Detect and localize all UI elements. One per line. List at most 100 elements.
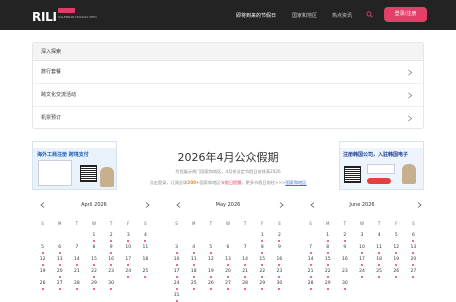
calendar-day[interactable]: 26 xyxy=(34,278,51,290)
calendar-day[interactable]: 12 xyxy=(388,242,405,254)
calendar-day[interactable]: 5 xyxy=(34,242,51,254)
calendar-day[interactable] xyxy=(219,230,236,242)
nav-upcoming-holidays[interactable]: 即将到来的节假日 xyxy=(236,12,276,19)
calendar-day[interactable]: 24 xyxy=(353,266,370,278)
calendar-day[interactable]: 20 xyxy=(405,254,422,266)
explore-item-cultural-exchange[interactable]: 跨文化交流活动 xyxy=(33,84,423,107)
calendar-day[interactable] xyxy=(353,278,370,290)
calendar-day[interactable]: 19 xyxy=(388,254,405,266)
calendar-day[interactable] xyxy=(120,278,137,290)
calendar-day[interactable]: 14 xyxy=(302,254,319,266)
calendar-day[interactable]: 28 xyxy=(237,278,254,290)
calendar-day[interactable]: 1 xyxy=(254,230,271,242)
calendar-day[interactable]: 26 xyxy=(202,278,219,290)
calendar-day[interactable]: 25 xyxy=(137,266,154,278)
calendar-day[interactable]: 18 xyxy=(185,266,202,278)
calendar-day[interactable]: 12 xyxy=(202,254,219,266)
calendar-day[interactable]: 10 xyxy=(353,242,370,254)
calendar-day[interactable]: 17 xyxy=(168,266,185,278)
calendar-day[interactable]: 22 xyxy=(85,266,102,278)
calendar-day[interactable]: 14 xyxy=(68,254,85,266)
calendar-day[interactable]: 28 xyxy=(68,278,85,290)
calendar-day[interactable]: 3 xyxy=(168,242,185,254)
calendar-day[interactable]: 10 xyxy=(120,242,137,254)
calendar-day[interactable]: 15 xyxy=(319,254,336,266)
calendar-day[interactable]: 16 xyxy=(271,254,288,266)
calendar-day[interactable]: 15 xyxy=(85,254,102,266)
calendar-day[interactable]: 30 xyxy=(271,278,288,290)
login-register-button[interactable]: 登录/注册 xyxy=(384,7,427,22)
calendar-day[interactable]: 4 xyxy=(371,230,388,242)
nav-hot-news[interactable]: 热点资讯 xyxy=(332,12,352,19)
calendar-day[interactable]: 3 xyxy=(120,230,137,242)
holiday-reminder-link[interactable]: 节假日提醒 xyxy=(220,180,241,185)
calendar-day[interactable]: 27 xyxy=(405,266,422,278)
calendar-day[interactable] xyxy=(237,290,254,302)
calendar-day[interactable]: 25 xyxy=(371,266,388,278)
calendar-day[interactable]: 21 xyxy=(302,266,319,278)
calendar-day[interactable]: 7 xyxy=(68,242,85,254)
nav-countries-regions[interactable]: 国家和地区 xyxy=(292,12,317,19)
calendar-day[interactable] xyxy=(388,278,405,290)
calendar-day[interactable]: 12 xyxy=(34,254,51,266)
prev-month-icon[interactable] xyxy=(40,202,45,208)
calendar-day[interactable]: 13 xyxy=(51,254,68,266)
calendar-day[interactable] xyxy=(302,230,319,242)
calendar-day[interactable]: 4 xyxy=(137,230,154,242)
calendar-day[interactable]: 20 xyxy=(219,266,236,278)
calendar-day[interactable]: 18 xyxy=(371,254,388,266)
calendar-day[interactable] xyxy=(371,278,388,290)
calendar-day[interactable]: 19 xyxy=(34,266,51,278)
calendar-day[interactable]: 24 xyxy=(168,278,185,290)
calendar-day[interactable]: 29 xyxy=(254,278,271,290)
calendar-day[interactable] xyxy=(68,230,85,242)
calendar-day[interactable]: 22 xyxy=(319,266,336,278)
calendar-day[interactable]: 9 xyxy=(103,242,120,254)
explore-item-travel-packages[interactable]: 旅行套餐 xyxy=(33,61,423,84)
calendar-day[interactable] xyxy=(254,290,271,302)
prev-month-icon[interactable] xyxy=(310,202,315,208)
calendar-day[interactable]: 24 xyxy=(120,266,137,278)
calendar-day[interactable] xyxy=(405,278,422,290)
calendar-day[interactable]: 16 xyxy=(103,254,120,266)
calendar-day[interactable]: 15 xyxy=(254,254,271,266)
calendar-day[interactable] xyxy=(185,230,202,242)
calendar-day[interactable]: 4 xyxy=(185,242,202,254)
calendar-day[interactable] xyxy=(185,290,202,302)
calendar-day[interactable]: 2 xyxy=(336,230,353,242)
calendar-day[interactable]: 13 xyxy=(405,242,422,254)
site-logo[interactable]: RILI xyxy=(32,10,57,24)
calendar-day[interactable]: 6 xyxy=(219,242,236,254)
next-month-icon[interactable] xyxy=(145,202,150,208)
calendar-day[interactable]: 8 xyxy=(319,242,336,254)
calendar-day[interactable] xyxy=(168,230,185,242)
calendar-day[interactable]: 30 xyxy=(103,278,120,290)
calendar-day[interactable]: 1 xyxy=(319,230,336,242)
calendar-day[interactable]: 29 xyxy=(319,278,336,290)
calendar-day[interactable]: 27 xyxy=(51,278,68,290)
calendar-day[interactable]: 11 xyxy=(137,242,154,254)
calendar-day[interactable]: 1 xyxy=(85,230,102,242)
calendar-day[interactable]: 17 xyxy=(353,254,370,266)
calendar-day[interactable]: 6 xyxy=(51,242,68,254)
calendar-day[interactable]: 31 xyxy=(168,290,185,302)
explore-item-flight-booking[interactable]: 机票预订 xyxy=(33,107,423,130)
calendar-day[interactable]: 5 xyxy=(202,242,219,254)
calendar-day[interactable] xyxy=(34,230,51,242)
calendar-day[interactable]: 2 xyxy=(103,230,120,242)
calendar-day[interactable]: 11 xyxy=(371,242,388,254)
calendar-day[interactable]: 2 xyxy=(271,230,288,242)
prev-month-icon[interactable] xyxy=(176,202,181,208)
calendar-day[interactable] xyxy=(237,230,254,242)
countries-regions-link[interactable]: 国家和地区 xyxy=(285,180,306,185)
calendar-day[interactable]: 16 xyxy=(336,254,353,266)
calendar-day[interactable]: 26 xyxy=(388,266,405,278)
calendar-day[interactable]: 3 xyxy=(353,230,370,242)
calendar-day[interactable] xyxy=(51,230,68,242)
calendar-day[interactable]: 5 xyxy=(388,230,405,242)
calendar-day[interactable]: 25 xyxy=(185,278,202,290)
calendar-day[interactable]: 30 xyxy=(336,278,353,290)
calendar-day[interactable]: 21 xyxy=(237,266,254,278)
calendar-day[interactable] xyxy=(202,230,219,242)
search-icon[interactable] xyxy=(366,11,373,18)
